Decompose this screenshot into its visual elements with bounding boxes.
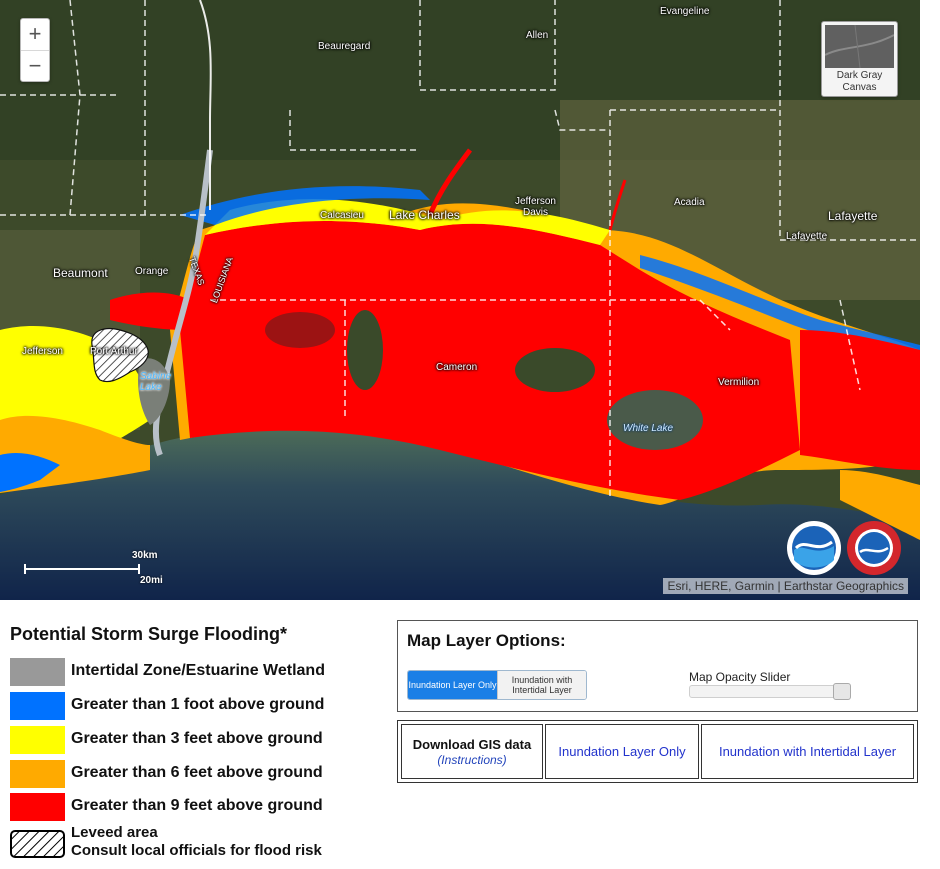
legend-swatch — [10, 760, 65, 788]
legend-label: Greater than 6 feet above ground — [71, 764, 323, 781]
place-label: Beauregard — [318, 41, 371, 52]
basemap-toggle[interactable]: Dark Gray Canvas — [821, 21, 898, 97]
toggle-inundation-intertidal[interactable]: Inundation with Intertidal Layer — [497, 671, 586, 699]
water-label: White Lake — [623, 423, 674, 434]
levee-line-2: Consult local officials for flood risk — [71, 842, 322, 859]
opacity-slider-handle[interactable] — [833, 683, 851, 700]
zoom-in-button[interactable]: + — [21, 19, 49, 50]
opacity-slider-track[interactable] — [689, 685, 849, 698]
place-label: Beaumont — [53, 266, 108, 280]
zoom-out-button[interactable]: − — [21, 50, 49, 81]
download-panel: Download GIS data (Instructions) Inundat… — [397, 720, 918, 783]
legend-title: Potential Storm Surge Flooding* — [10, 624, 288, 644]
opacity-slider-label: Map Opacity Slider — [689, 670, 791, 684]
national-weather-service-logo — [846, 520, 902, 576]
place-label: Jefferson — [22, 346, 63, 357]
place-label: Acadia — [674, 197, 705, 208]
basemap-label: Dark Gray Canvas — [836, 70, 883, 93]
legend-swatch — [10, 726, 65, 754]
layer-toggle: Inundation Layer Only Inundation with In… — [407, 670, 587, 700]
place-label: Cameron — [436, 362, 478, 373]
map-layer-options: Map Layer Options: Inundation Layer Only… — [397, 620, 918, 712]
scale-bar: 30km 20mi — [22, 548, 182, 588]
legend-swatch — [10, 692, 65, 720]
download-cell-2: Inundation with Intertidal Layer — [701, 724, 914, 779]
download-header: Download GIS data — [412, 736, 532, 752]
place-label: Port Arthur — [90, 346, 138, 357]
map-view[interactable]: Evangeline Allen Beauregard Calcasieu La… — [0, 0, 920, 600]
download-header-cell: Download GIS data (Instructions) — [401, 724, 543, 779]
zoom-control: + − — [20, 18, 50, 82]
legend-label-levee: Leveed area Consult local officials for … — [71, 824, 322, 860]
place-label: Orange — [135, 266, 169, 277]
legend-swatch — [10, 793, 65, 821]
scale-mi: 20mi — [140, 575, 163, 586]
download-cell-1: Inundation Layer Only — [545, 724, 699, 779]
legend-label: Greater than 3 feet above ground — [71, 730, 323, 747]
place-label: Calcasieu — [320, 210, 364, 221]
place-label: Lake Charles — [389, 208, 460, 222]
place-label: Jefferson Davis — [515, 196, 556, 218]
place-label: Evangeline — [660, 6, 710, 17]
legend-label: Greater than 1 foot above ground — [71, 696, 325, 713]
legend-swatch-levee — [10, 830, 65, 858]
place-label: Vermilion — [718, 377, 760, 388]
toggle-inundation-only[interactable]: Inundation Layer Only — [408, 671, 497, 699]
legend-label: Intertidal Zone/Estuarine Wetland — [71, 662, 325, 679]
place-label: Lafayette — [828, 209, 878, 223]
download-inundation-only-link[interactable]: Inundation Layer Only — [558, 744, 685, 759]
map-canvas[interactable] — [0, 0, 920, 600]
water-label: Sabine Lake — [140, 371, 172, 393]
legend-label: Greater than 9 feet above ground — [71, 797, 323, 814]
options-title: Map Layer Options: — [407, 631, 566, 650]
download-inundation-intertidal-link[interactable]: Inundation with Intertidal Layer — [719, 744, 896, 759]
map-attribution: Esri, HERE, Garmin | Earthstar Geographi… — [663, 578, 908, 594]
levee-line-1: Leveed area — [71, 824, 158, 841]
noaa-logo — [786, 520, 842, 576]
place-label: Lafayette — [786, 231, 828, 242]
legend-swatch — [10, 658, 65, 686]
instructions-link[interactable]: (Instructions) — [437, 753, 506, 767]
basemap-thumbnail — [825, 25, 894, 68]
place-label: Allen — [526, 30, 549, 41]
scale-km: 30km — [132, 550, 158, 561]
